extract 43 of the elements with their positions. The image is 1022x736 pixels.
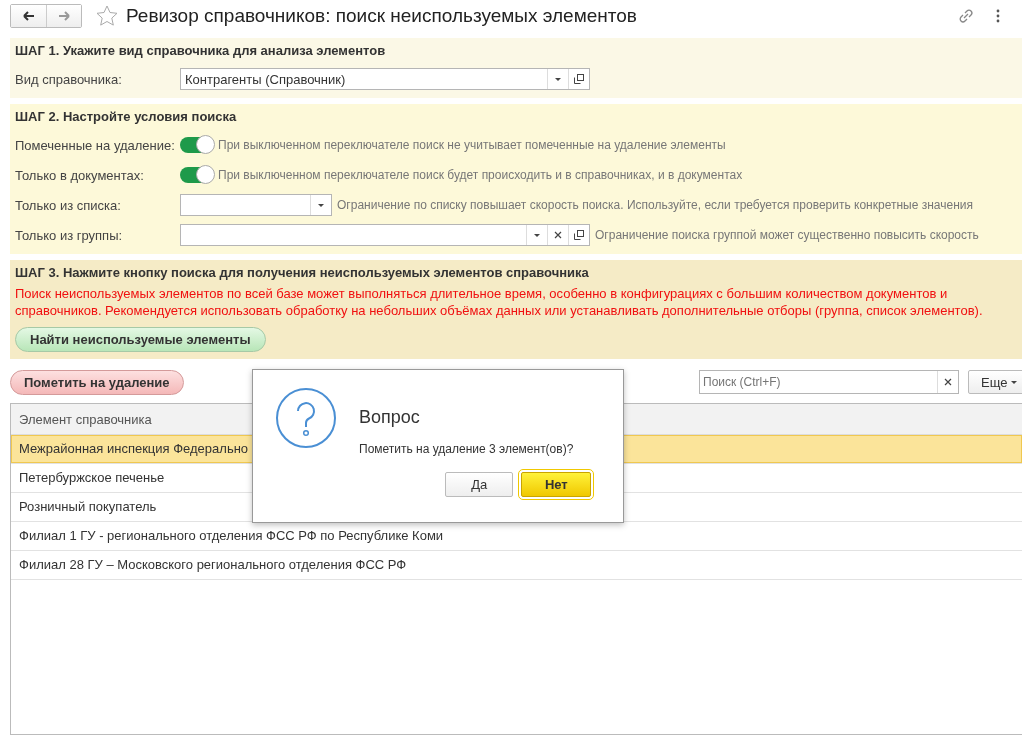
- back-button[interactable]: [11, 5, 46, 27]
- star-icon[interactable]: [96, 5, 118, 27]
- open-window-icon[interactable]: [574, 74, 584, 84]
- dialog-button[interactable]: Да: [445, 472, 514, 497]
- field-label: Только из группы:: [15, 227, 124, 243]
- window-title: Ревизор справочников: поиск неиспользуемых элементов: [126, 5, 637, 27]
- dialog-message: Пометить на удаление 3 элемент(ов)?: [359, 442, 574, 456]
- caret-icon[interactable]: [318, 203, 324, 207]
- more-button[interactable]: Еще: [968, 370, 1022, 394]
- hint-text: При выключенном переключателе поиск не учитывает помеченные на удаление элементы: [218, 138, 726, 152]
- back-arrow-icon[interactable]: [21, 10, 36, 22]
- step-heading: ШАГ 3. Нажмите кнопку поиска для получения неиспользуемых элементов справочника: [15, 265, 590, 280]
- find-button[interactable]: Найти неиспользуемые элементы: [15, 327, 266, 352]
- dialog-button[interactable]: Нет: [521, 472, 592, 497]
- toggle-switch[interactable]: [180, 137, 212, 153]
- hint-text: Ограничение поиска группой может существенно повысить скорость: [595, 228, 979, 242]
- close-icon[interactable]: [944, 378, 952, 386]
- link-icon[interactable]: [958, 8, 974, 24]
- field-label: Только из списка:: [15, 197, 122, 213]
- question-icon[interactable]: [275, 387, 337, 449]
- field-label: Вид справочника:: [15, 71, 123, 87]
- field-label: Помеченные на удаление:: [15, 137, 176, 153]
- open-window-icon[interactable]: [574, 230, 584, 240]
- step-heading: ШАГ 2. Настройте условия поиска: [15, 109, 238, 124]
- warning-text: Поиск неиспользуемых элементов по всей базе может выполняться длительное время, особенно в конфигурациях с большим количеством документов и справочников. Рекомендуется использовать обработку на небольших объёмах данных или устанавливать дополнительные отборы (группа, список элементов).: [15, 285, 984, 319]
- search-field[interactable]: Поиск (Ctrl+F): [699, 370, 959, 394]
- hint-text: Ограничение по списку повышает скорость поиска. Используйте, если требуется проверить конкретные значения: [337, 198, 973, 212]
- forward-arrow-icon[interactable]: [56, 10, 72, 22]
- hint-text: При выключенном переключателе поиск будет происходить и в справочниках, и в документах: [218, 168, 743, 182]
- caret-icon[interactable]: [1011, 380, 1018, 384]
- caret-icon[interactable]: [555, 77, 561, 81]
- column-header: Элемент справочника: [19, 411, 152, 427]
- caret-icon[interactable]: [534, 233, 540, 237]
- table-row[interactable]: Филиал 28 ГУ – Московского регионального отделения ФСС РФ: [11, 551, 1022, 580]
- mark-for-deletion-button[interactable]: Пометить на удаление: [10, 369, 184, 395]
- step-heading: ШАГ 1. Укажите вид справочника для анализа элементов: [15, 43, 387, 58]
- combo-box[interactable]: Контрагенты (Справочник): [180, 68, 590, 90]
- more-icon[interactable]: [996, 9, 1000, 23]
- toggle-switch[interactable]: [180, 167, 212, 183]
- close-icon[interactable]: [554, 231, 562, 239]
- field-label: Только в документах:: [15, 167, 145, 183]
- input-field[interactable]: Контрагенты (Справочник): [181, 69, 547, 89]
- dialog-title: Вопрос: [359, 407, 421, 428]
